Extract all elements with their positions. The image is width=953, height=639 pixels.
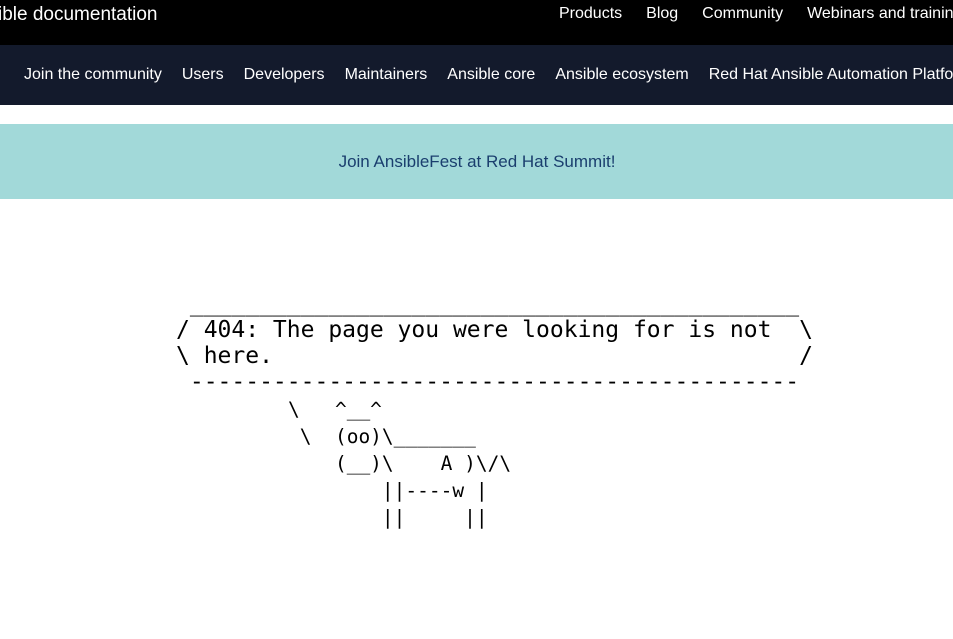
site-brand-link[interactable]: ible documentation [0, 4, 158, 26]
nav-webinars[interactable]: Webinars and training [807, 5, 953, 23]
subnav-developers[interactable]: Developers [244, 66, 325, 84]
subnav-maintainers[interactable]: Maintainers [345, 66, 428, 84]
subnav-users[interactable]: Users [182, 66, 224, 84]
sub-nav: Join the community Users Developers Main… [0, 45, 953, 105]
nav-community[interactable]: Community [702, 5, 783, 23]
subnav-ansible-ecosystem[interactable]: Ansible ecosystem [555, 66, 688, 84]
top-nav: Products Blog Community Webinars and tra… [559, 5, 953, 23]
top-header: ible documentation Products Blog Communi… [0, 0, 953, 45]
subnav-aap[interactable]: Red Hat Ansible Automation Platform [709, 66, 953, 84]
announcement-banner: Join AnsibleFest at Red Hat Summit! [0, 124, 953, 199]
subnav-ansible-core[interactable]: Ansible core [447, 66, 535, 84]
nav-products[interactable]: Products [559, 5, 622, 23]
subnav-join-community[interactable]: Join the community [24, 66, 162, 84]
nav-blog[interactable]: Blog [646, 5, 678, 23]
ascii-cow: \ ^__^ \ (oo)\_______ (__)\ A )\/\ ||---… [288, 398, 512, 529]
sub-nav-items: Join the community Users Developers Main… [24, 66, 953, 84]
error-message-bubble: ________________________________________… [176, 291, 813, 395]
ansiblefest-link[interactable]: Join AnsibleFest at Red Hat Summit! [339, 152, 616, 172]
